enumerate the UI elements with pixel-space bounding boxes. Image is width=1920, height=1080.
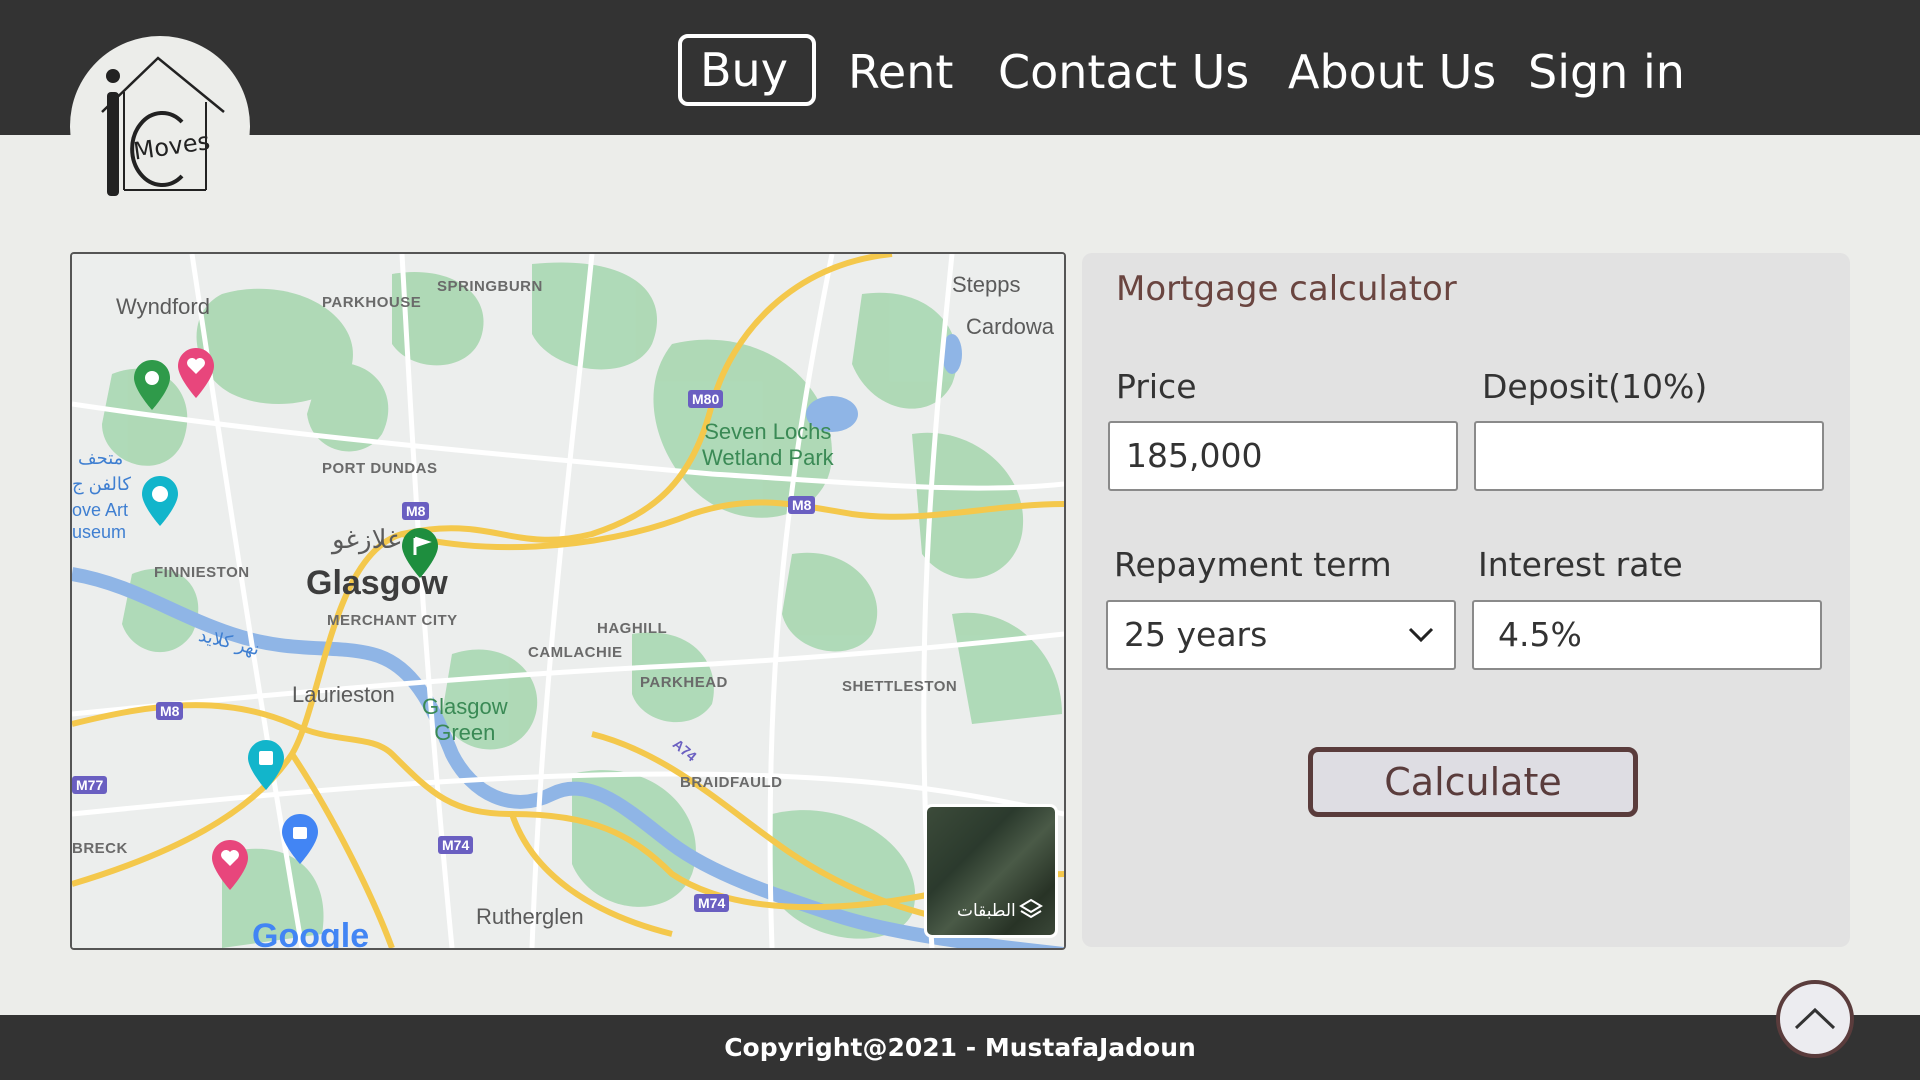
nav-contact-us[interactable]: Contact Us [980, 36, 1267, 108]
museum-pin-icon[interactable] [142, 476, 178, 526]
site-footer: Copyright@2021 - MustafaJadoun [0, 1015, 1920, 1080]
repayment-term-value: 25 years [1124, 615, 1268, 654]
interest-rate-input[interactable]: 4.5% [1472, 600, 1822, 670]
map-label-merchant-city: MERCHANT CITY [327, 612, 458, 629]
map-label-stepps: Stepps [952, 272, 1021, 297]
google-logo: Google [252, 917, 370, 950]
road-shield-m8: M8 [402, 502, 430, 520]
map-label-rutherglen: Rutherglen [476, 904, 584, 929]
map-label-braidfauld: BRAIDFAULD [680, 774, 783, 791]
favorite-pin-icon[interactable] [178, 348, 214, 398]
road-shield-m74: M74 [694, 894, 730, 912]
map-label-laurieston: Laurieston [292, 682, 395, 707]
svg-text:Moves: Moves [132, 127, 212, 165]
map-label-wyndford: Wyndford [116, 294, 210, 319]
map-label-glasgow-arabic: غلازغو [332, 524, 401, 554]
park-pin-icon[interactable] [134, 360, 170, 410]
interest-rate-label: Interest rate [1478, 545, 1683, 584]
map-label-cardowan: Cardowa [966, 314, 1055, 339]
map-label-port-dundas: PORT DUNDAS [322, 460, 438, 477]
road-shield-m77: M77 [72, 776, 108, 794]
favorite-pin-icon[interactable] [212, 840, 248, 890]
map-label-shettleston: SHETTLESTON [842, 678, 958, 695]
nav-rent[interactable]: Rent [830, 36, 971, 108]
scroll-to-top-button[interactable] [1776, 980, 1854, 1058]
map-label-haghill: HAGHILL [597, 620, 668, 637]
chevron-down-icon [1408, 627, 1434, 643]
map-label-seven-lochs: Seven Lochs Wetland Park [702, 419, 834, 470]
calculate-button[interactable]: Calculate [1308, 747, 1638, 817]
nav-sign-in[interactable]: Sign in [1510, 36, 1703, 108]
map-label-museum-en-2: useum [72, 522, 127, 542]
flag-pin-icon[interactable] [402, 528, 438, 578]
road-shield-m80: M80 [688, 390, 724, 408]
map-label-parkhead: PARKHEAD [640, 674, 728, 691]
layers-label: الطبقات [957, 901, 1016, 921]
mortgage-calculator-panel: Mortgage calculator Price 185,000 Deposi… [1082, 253, 1850, 947]
map-embed[interactable]: Wyndford PARKHOUSE SPRINGBURN Stepps Car… [70, 252, 1066, 950]
deposit-label: Deposit(10%) [1482, 367, 1708, 406]
copyright-text: Copyright@2021 - MustafaJadoun [724, 1033, 1196, 1062]
map-label-glasgow-green: Glasgow Green [422, 694, 508, 745]
map-label-finnieston: FINNIESTON [154, 564, 250, 581]
map-label-museum-arabic-1: متحف [78, 448, 124, 468]
nav-buy[interactable]: Buy [678, 34, 816, 106]
repayment-term-select[interactable]: 25 years [1106, 600, 1456, 670]
road-shield-m8: M8 [788, 496, 816, 514]
map-label-museum-en-1: ove Art [72, 500, 129, 520]
deposit-input[interactable] [1474, 421, 1824, 491]
chevron-up-icon [1794, 1007, 1836, 1030]
calculator-title: Mortgage calculator [1116, 269, 1457, 309]
map-layers-button[interactable]: الطبقات [924, 804, 1058, 938]
map-label-springburn: SPRINGBURN [437, 278, 543, 295]
repayment-term-label: Repayment term [1114, 545, 1392, 584]
map-label-camlachie: CAMLACHIE [528, 644, 623, 661]
transit-pin-icon[interactable] [248, 740, 284, 790]
site-header: Moves Buy Rent Contact Us About Us Sign … [0, 0, 1920, 216]
nav-about-us[interactable]: About Us [1270, 36, 1514, 108]
road-shield-m74: M74 [438, 836, 474, 854]
map-label-breck: BRECK [72, 840, 128, 857]
layers-icon [1019, 898, 1043, 919]
price-input[interactable]: 185,000 [1108, 421, 1458, 491]
map-label-parkhouse: PARKHOUSE [322, 294, 422, 311]
map-label-museum-arabic-2: كالفن ج [72, 474, 131, 494]
road-shield-m8: M8 [156, 702, 184, 720]
logo-icon[interactable]: Moves [90, 52, 230, 202]
shopping-pin-icon[interactable] [282, 814, 318, 864]
price-label: Price [1116, 367, 1197, 406]
